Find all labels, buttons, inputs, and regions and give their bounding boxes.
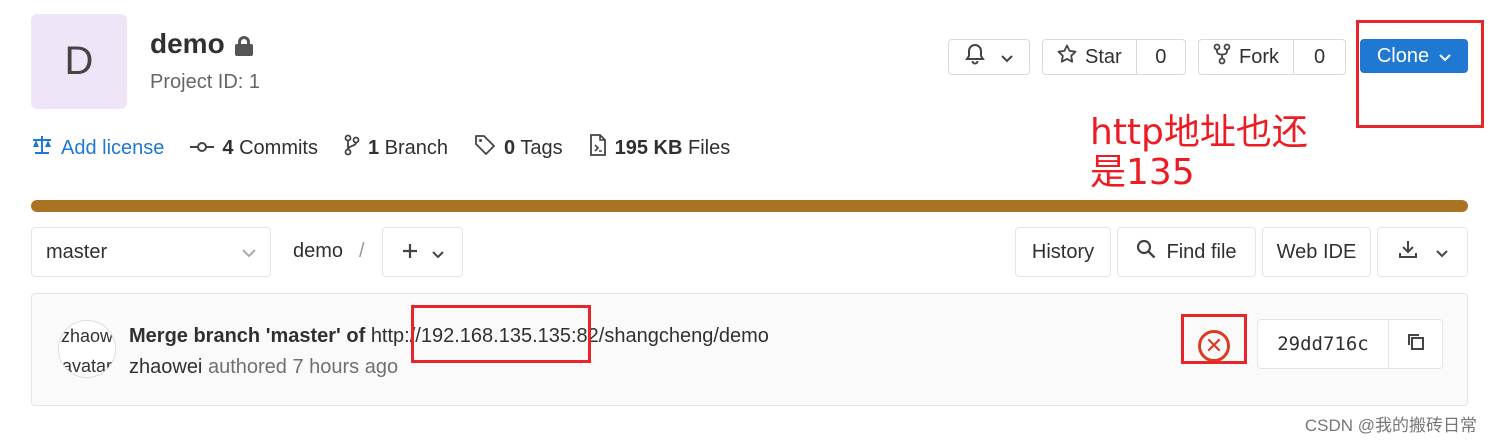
tags-label: Tags (520, 136, 563, 159)
project-title: demo (150, 28, 253, 60)
commit-icon (190, 137, 215, 160)
avatar-alt-text: zhaow (60, 326, 114, 346)
star-label: Star (1085, 45, 1122, 68)
avatar-alt-text-2: avatar (61, 356, 113, 376)
search-icon (1136, 239, 1156, 265)
files-size: 195 KB (614, 136, 683, 159)
commit-meta: zhaowei authored 7 hours ago (129, 356, 398, 379)
commit-sha-group: 29dd716c (1257, 319, 1443, 369)
commit-authored-time: authored 7 hours ago (207, 356, 399, 378)
commits-label: Commits (239, 136, 318, 159)
bell-icon (965, 43, 985, 71)
fork-count[interactable]: 0 (1293, 40, 1345, 74)
chevron-down-icon (1001, 46, 1013, 69)
project-stats: Add license 4 Commits 1 Branch 0 Tags 19… (31, 134, 756, 162)
find-file-label: Find file (1166, 240, 1237, 263)
download-button[interactable] (1377, 227, 1468, 277)
chevron-down-icon (1435, 241, 1448, 264)
notification-button[interactable] (948, 39, 1030, 75)
branch-select-value: master (46, 240, 108, 263)
lock-icon (234, 36, 253, 56)
commits-count: 4 (222, 136, 234, 159)
tags-stat[interactable]: 0 Tags (474, 134, 563, 162)
commit-author[interactable]: zhaowei (129, 356, 202, 378)
project-id: Project ID: 1 (150, 71, 261, 93)
history-button[interactable]: History (1015, 227, 1111, 277)
star-icon (1057, 44, 1077, 70)
fork-button[interactable]: Fork 0 (1198, 39, 1346, 75)
project-name[interactable]: demo (150, 28, 225, 60)
fork-label: Fork (1239, 45, 1279, 68)
star-count[interactable]: 0 (1135, 40, 1185, 74)
watermark: CSDN @我的搬砖日常 (1304, 416, 1477, 435)
files-stat[interactable]: 195 KB Files (589, 134, 731, 162)
breadcrumb-demo[interactable]: demo (293, 240, 343, 263)
author-avatar[interactable]: zhaow avatar (58, 320, 116, 378)
commits-stat[interactable]: 4 Commits (190, 137, 318, 160)
breadcrumb: demo / (293, 240, 365, 263)
tags-count: 0 (504, 136, 516, 159)
repository-languages-bar (31, 200, 1468, 212)
breadcrumb-separator: / (359, 240, 365, 262)
branch-icon (344, 134, 360, 162)
project-avatar: D (31, 14, 127, 109)
tag-icon (474, 134, 496, 162)
commit-sha[interactable]: 29dd716c (1258, 333, 1388, 355)
fork-icon (1213, 43, 1231, 71)
files-label: Files (688, 136, 731, 159)
web-ide-button[interactable]: Web IDE (1262, 227, 1371, 277)
chevron-down-icon (242, 241, 256, 264)
annotation-text: http地址也还是135 (1090, 112, 1308, 193)
find-file-button[interactable]: Find file (1117, 227, 1256, 277)
branch-count: 1 (367, 136, 380, 159)
plus-icon (402, 239, 418, 265)
scale-icon (31, 135, 53, 161)
branch-label: Branch (384, 136, 449, 159)
copy-icon (1406, 332, 1426, 357)
annotation-box-ip (411, 305, 591, 363)
annotation-box-clone (1356, 20, 1484, 128)
copy-sha-button[interactable] (1388, 320, 1442, 368)
add-file-button[interactable] (382, 227, 463, 277)
star-button[interactable]: Star 0 (1042, 39, 1186, 75)
download-icon (1398, 239, 1418, 265)
branch-stat[interactable]: 1 Branch (344, 134, 448, 162)
annotation-box-status (1181, 314, 1247, 364)
commit-title-bold: Merge branch 'master' of (129, 325, 366, 347)
branch-select[interactable]: master (31, 227, 271, 277)
chevron-down-icon (431, 239, 444, 265)
last-commit-panel: zhaow avatar Merge branch 'master' of ht… (31, 293, 1468, 406)
web-ide-label: Web IDE (1276, 240, 1357, 263)
add-license-label: Add license (61, 136, 165, 159)
file-icon (589, 134, 607, 162)
add-license-link[interactable]: Add license (31, 135, 164, 161)
history-label: History (1031, 240, 1095, 263)
